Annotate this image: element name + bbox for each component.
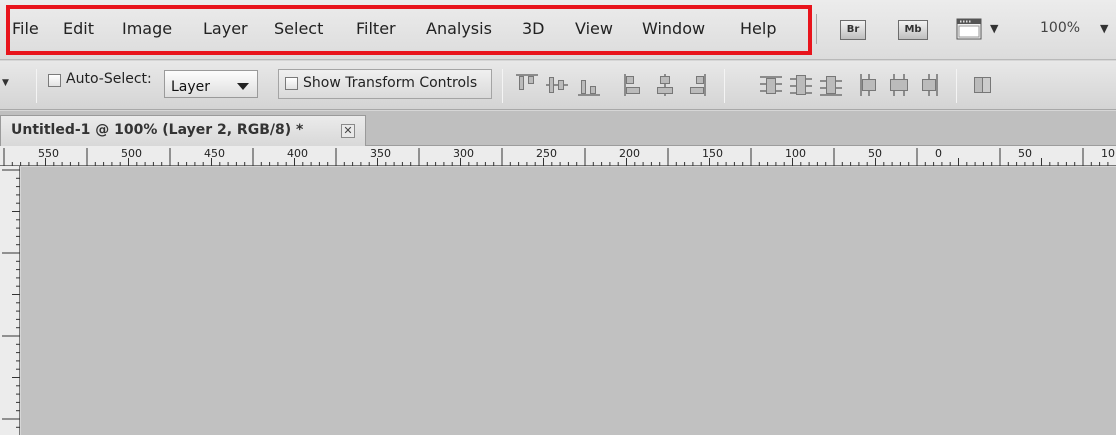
menu-layer[interactable]: Layer [203, 19, 248, 38]
zoom-level[interactable]: 100% [1040, 20, 1080, 36]
ruler-label: 50 [1018, 147, 1032, 160]
menu-filter[interactable]: Filter [356, 19, 396, 38]
menu-view[interactable]: View [575, 19, 613, 38]
close-icon[interactable]: ✕ [341, 124, 355, 138]
auto-select-label: Auto-Select: [66, 71, 152, 87]
menu-window[interactable]: Window [642, 19, 705, 38]
distribute-right-icon[interactable] [918, 74, 940, 96]
menubar-divider [816, 14, 817, 44]
menu-bar: File Edit Image Layer Select Filter Anal… [0, 0, 1116, 60]
auto-select-value: Layer [171, 79, 211, 95]
align-horizontal-center-icon[interactable] [654, 74, 676, 96]
ruler-label: 550 [38, 147, 59, 160]
document-tab-title: Untitled-1 @ 100% (Layer 2, RGB/8) * [11, 122, 304, 138]
show-transform-checkbox[interactable] [285, 77, 298, 90]
document-canvas[interactable] [21, 167, 1116, 435]
ruler-ticks [3, 148, 1109, 166]
show-transform-label: Show Transform Controls [303, 75, 478, 91]
distribute-horizontal-center-icon[interactable] [888, 74, 910, 96]
ruler-label: 10 [1101, 147, 1115, 160]
options-divider [956, 69, 957, 103]
options-divider [502, 69, 503, 103]
document-tab-bar: Untitled-1 @ 100% (Layer 2, RGB/8) * ✕ [0, 111, 1116, 146]
align-vertical-center-icon[interactable] [546, 74, 568, 96]
vertical-ruler[interactable] [0, 166, 20, 435]
distribute-left-icon[interactable] [858, 74, 880, 96]
ruler-label: 200 [619, 147, 640, 160]
options-divider [724, 69, 725, 103]
align-top-icon[interactable] [516, 74, 538, 96]
show-transform-controls[interactable]: Show Transform Controls [278, 69, 492, 99]
document-tab[interactable]: Untitled-1 @ 100% (Layer 2, RGB/8) * ✕ [0, 115, 366, 146]
menu-file[interactable]: File [12, 19, 39, 38]
mini-bridge-button[interactable]: Mb [898, 20, 928, 40]
menu-select[interactable]: Select [274, 19, 323, 38]
ruler-label: 300 [453, 147, 474, 160]
ruler-label: 150 [702, 147, 723, 160]
menu-3d[interactable]: 3D [522, 19, 545, 38]
menu-help[interactable]: Help [740, 19, 776, 38]
ruler-label: 50 [868, 147, 882, 160]
horizontal-ruler[interactable]: 550 500 450 400 350 300 250 200 150 100 … [0, 146, 1116, 166]
distribute-bottom-icon[interactable] [820, 74, 842, 96]
bridge-button[interactable]: Br [840, 20, 866, 40]
ruler-label: 250 [536, 147, 557, 160]
ruler-label: 450 [204, 147, 225, 160]
menu-analysis[interactable]: Analysis [426, 19, 492, 38]
ruler-label: 350 [370, 147, 391, 160]
align-right-icon[interactable] [684, 74, 706, 96]
distribute-top-icon[interactable] [760, 74, 782, 96]
menu-image[interactable]: Image [122, 19, 172, 38]
auto-align-layers-icon[interactable] [972, 74, 994, 96]
tool-preset-dropdown-icon[interactable]: ▼ [2, 78, 9, 88]
ruler-label: 0 [935, 147, 942, 160]
ruler-label: 500 [121, 147, 142, 160]
chevron-down-icon [237, 83, 249, 90]
distribute-vertical-center-icon[interactable] [790, 74, 812, 96]
align-left-icon[interactable] [624, 74, 646, 96]
auto-select-checkbox[interactable] [48, 74, 61, 87]
options-bar: ▼ Auto-Select: Layer Show Transform Cont… [0, 61, 1116, 110]
ruler-ticks [2, 169, 20, 428]
options-divider [36, 69, 37, 103]
auto-select-dropdown[interactable]: Layer [164, 70, 258, 98]
align-bottom-icon[interactable] [578, 74, 600, 96]
ruler-label: 100 [785, 147, 806, 160]
screen-mode-dropdown-icon[interactable]: ▼ [990, 22, 998, 35]
screen-mode-icon[interactable] [956, 18, 982, 40]
menu-edit[interactable]: Edit [63, 19, 94, 38]
ruler-label: 400 [287, 147, 308, 160]
zoom-dropdown-icon[interactable]: ▼ [1100, 22, 1108, 35]
